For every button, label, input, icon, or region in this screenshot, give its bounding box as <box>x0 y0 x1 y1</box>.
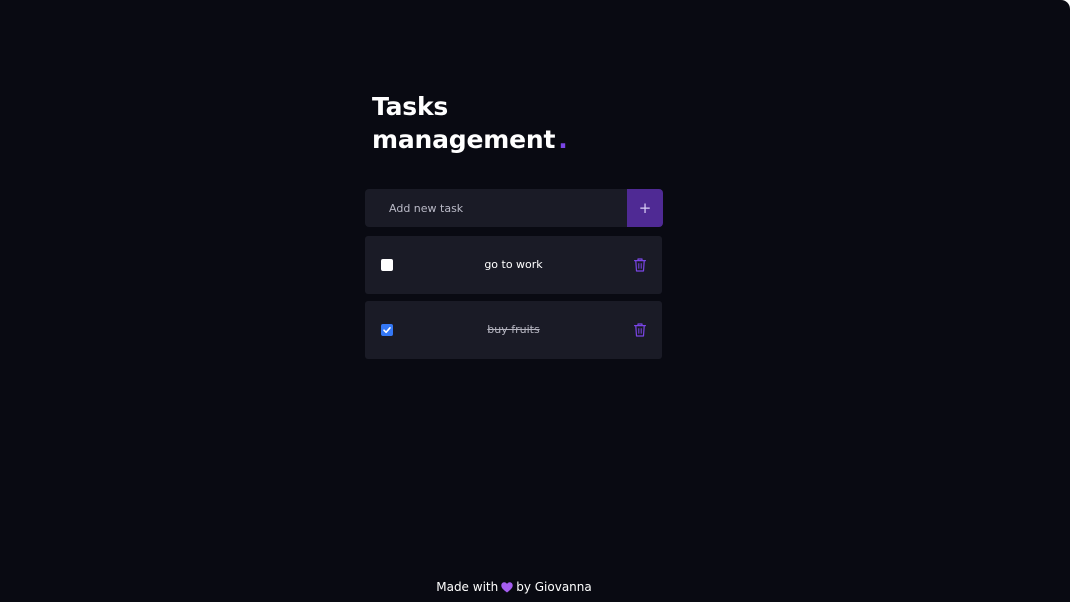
add-task-form: + <box>365 189 663 227</box>
app-window: Tasks management. + go to work <box>0 0 1070 602</box>
task-text: buy fruits <box>487 323 540 336</box>
task-checkbox-checked[interactable] <box>381 324 393 336</box>
footer-suffix: by Giovanna <box>516 580 592 594</box>
task-list: go to work buy fruits <box>365 236 662 366</box>
title-line-1: Tasks <box>372 92 449 121</box>
task-item: go to work <box>365 236 662 294</box>
trash-icon[interactable] <box>634 322 646 337</box>
footer-prefix: Made with <box>436 580 499 594</box>
task-item: buy fruits <box>365 301 662 359</box>
task-text: go to work <box>484 258 543 271</box>
purple-heart-icon <box>501 580 513 598</box>
new-task-input[interactable] <box>365 189 627 227</box>
trash-icon[interactable] <box>634 257 646 272</box>
footer-credit: Made with by Giovanna <box>0 578 1028 598</box>
title-line-2: management <box>372 125 556 154</box>
task-checkbox[interactable] <box>381 259 393 271</box>
title-accent-dot: . <box>558 125 568 154</box>
checkmark-icon <box>383 327 391 334</box>
page-title: Tasks management. <box>372 90 568 156</box>
add-task-button[interactable]: + <box>627 189 663 227</box>
